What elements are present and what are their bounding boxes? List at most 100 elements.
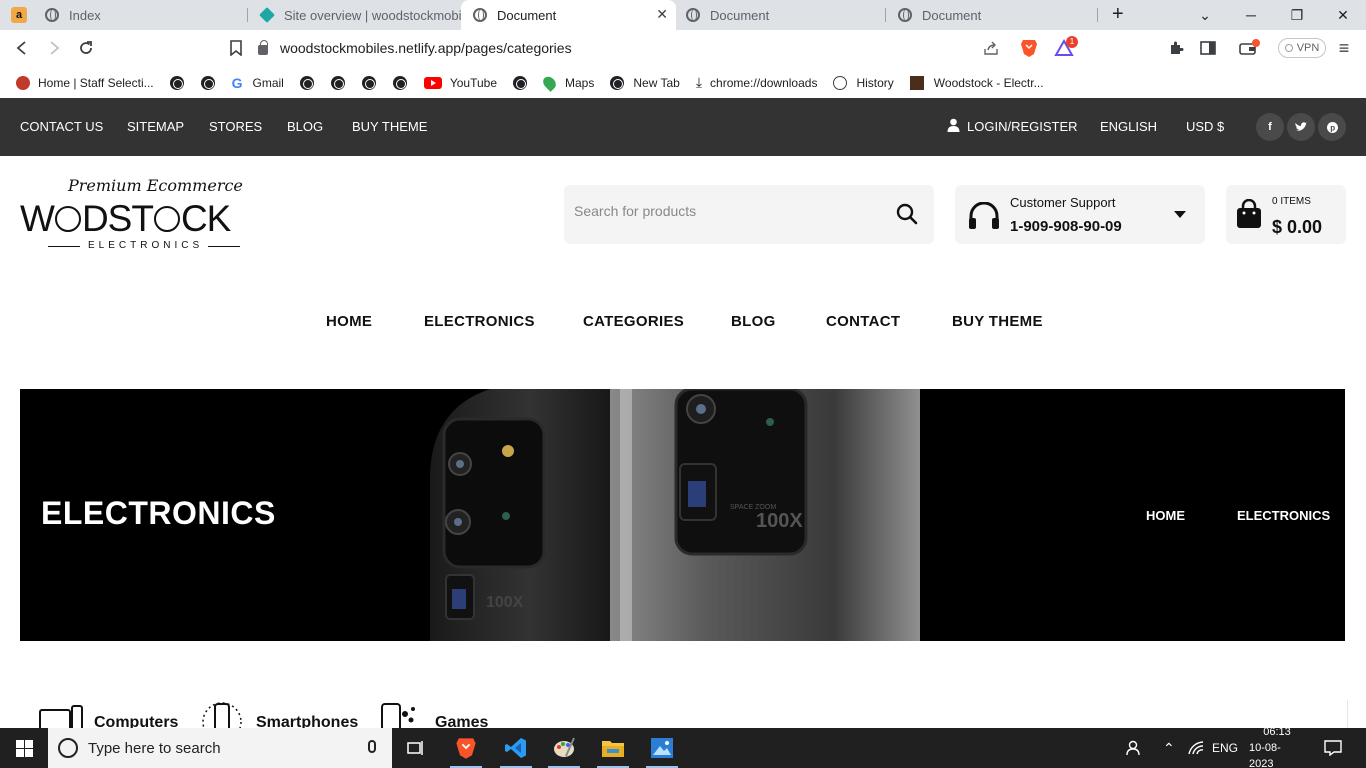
search-input[interactable]: [574, 203, 874, 219]
brave-shield-icon[interactable]: [1019, 38, 1039, 58]
topbar-link-sitemap[interactable]: SITEMAP: [127, 119, 184, 134]
facebook-icon[interactable]: f: [1256, 113, 1284, 141]
bookmark-gmail[interactable]: G Gmail: [232, 75, 284, 91]
close-tab-icon[interactable]: ✕: [656, 6, 668, 23]
globe-icon: [299, 75, 314, 90]
microphone-icon[interactable]: [368, 740, 376, 753]
bookmark-history[interactable]: History: [833, 75, 894, 90]
share-icon[interactable]: [981, 38, 1001, 58]
topbar-link-buy-theme[interactable]: BUY THEME: [352, 119, 427, 134]
cart-box[interactable]: 0 ITEMS $ 0.00: [1226, 185, 1346, 244]
brave-taskbar-icon[interactable]: [442, 728, 490, 768]
site-logo[interactable]: Premium Ecommerce W DST CK ELECTRONICS: [20, 174, 270, 254]
category-smartphones[interactable]: Smartphones: [200, 700, 358, 728]
taskbar-search-box[interactable]: Type here to search: [48, 728, 392, 768]
bookmark-maps[interactable]: Maps: [540, 73, 594, 92]
wifi-icon[interactable]: [1188, 728, 1204, 768]
bookmark-globe-6[interactable]: [392, 75, 416, 90]
minimize-icon[interactable]: ─: [1228, 0, 1274, 30]
bookmark-globe-3[interactable]: [299, 75, 323, 90]
twitter-icon[interactable]: [1287, 113, 1315, 141]
globe-icon: [898, 8, 912, 22]
bookmark-globe-4[interactable]: [330, 75, 354, 90]
tab-index[interactable]: Index: [33, 0, 248, 30]
menu-icon[interactable]: ≡: [1334, 38, 1354, 58]
address-bar[interactable]: woodstockmobiles.netlify.app/pages/categ…: [258, 36, 572, 60]
currency-selector[interactable]: USD $: [1186, 119, 1224, 134]
topbar-link-stores[interactable]: STORES: [209, 119, 262, 134]
logo-subtitle: ELECTRONICS: [88, 240, 204, 251]
pinterest-icon[interactable]: p: [1318, 113, 1346, 141]
nav-categories[interactable]: CATEGORIES: [583, 313, 684, 330]
bookmark-globe-2[interactable]: [200, 75, 224, 90]
search-icon[interactable]: [896, 203, 918, 225]
chevron-down-icon[interactable]: [1174, 211, 1186, 218]
vscode-taskbar-icon[interactable]: [492, 728, 540, 768]
globe-icon: [200, 75, 215, 90]
show-hidden-icons-chevron[interactable]: ⌃: [1163, 728, 1175, 768]
close-window-icon[interactable]: ✕: [1320, 0, 1366, 30]
bookmark-woodstock[interactable]: Woodstock - Electr...: [909, 75, 1044, 90]
nav-contact[interactable]: CONTACT: [826, 313, 900, 330]
paint-taskbar-icon[interactable]: [540, 728, 588, 768]
language-selector[interactable]: ENGLISH: [1100, 119, 1157, 134]
wallet-icon[interactable]: [1238, 38, 1260, 58]
vpn-button[interactable]: VPN: [1278, 38, 1326, 58]
breadcrumb-home[interactable]: HOME: [1146, 508, 1185, 523]
topbar-link-contact-us[interactable]: CONTACT US: [20, 119, 103, 134]
globe-icon: [169, 75, 184, 90]
sidebar-icon[interactable]: [1198, 38, 1218, 58]
customer-support-box[interactable]: Customer Support 1-909-908-90-09: [955, 185, 1205, 244]
netlify-icon: [259, 7, 275, 23]
bookmark-staff-selection[interactable]: Home | Staff Selecti...: [16, 75, 154, 90]
tab-search-chevron-icon[interactable]: ⌄: [1182, 0, 1228, 30]
globe-icon: [45, 8, 59, 22]
rewards-badge: 1: [1066, 36, 1078, 48]
photos-taskbar-icon[interactable]: [638, 728, 686, 768]
topbar-link-blog[interactable]: BLOG: [287, 119, 323, 134]
category-computers[interactable]: Computers: [38, 700, 178, 728]
nav-electronics[interactable]: ELECTRONICS: [424, 313, 535, 330]
svg-text:p: p: [1330, 123, 1335, 132]
nav-home[interactable]: HOME: [326, 313, 372, 330]
clock-date: 10-08-2023: [1249, 742, 1281, 768]
bookmark-youtube[interactable]: YouTube: [423, 76, 497, 90]
globe-icon: [513, 75, 528, 90]
breadcrumb-electronics: ELECTRONICS: [1237, 508, 1331, 523]
back-icon[interactable]: [12, 38, 32, 58]
nav-buy-theme[interactable]: BUY THEME: [952, 313, 1043, 330]
taskbar-clock[interactable]: 06:13 10-08-2023: [1249, 726, 1305, 768]
tab-document-3[interactable]: Document: [886, 0, 1098, 30]
reload-icon[interactable]: [76, 38, 96, 58]
forward-icon[interactable]: [44, 38, 64, 58]
restore-icon[interactable]: ❐: [1274, 0, 1320, 30]
bookmark-icon[interactable]: [226, 38, 246, 58]
nav-blog[interactable]: BLOG: [731, 313, 776, 330]
new-tab-button[interactable]: +: [1112, 3, 1124, 26]
people-icon[interactable]: [1126, 728, 1144, 768]
search-icon: [58, 738, 78, 758]
windows-start-icon[interactable]: [0, 728, 48, 768]
task-view-icon[interactable]: [392, 728, 440, 768]
tab-site-overview[interactable]: Site overview | woodstockmobiles: [248, 0, 461, 30]
login-register-link[interactable]: LOGIN/REGISTER: [967, 119, 1078, 134]
amazon-icon[interactable]: a: [11, 7, 27, 23]
woodstock-icon: [909, 75, 924, 90]
brave-rewards-icon[interactable]: 1: [1054, 36, 1078, 58]
bookmark-globe-5[interactable]: [361, 75, 385, 90]
bookmark-globe-1[interactable]: [169, 75, 193, 90]
file-explorer-taskbar-icon[interactable]: [589, 728, 637, 768]
bookmark-downloads[interactable]: ⤓ chrome://downloads: [696, 74, 818, 91]
extensions-icon[interactable]: [1166, 38, 1186, 58]
bookmark-new-tab[interactable]: New Tab: [610, 75, 680, 90]
category-games[interactable]: Games: [379, 700, 488, 728]
smartphone-camera-image: 100X 100X SPACE ZOOM: [430, 389, 930, 641]
bookmark-globe-7[interactable]: [513, 75, 536, 90]
svg-text:100X: 100X: [756, 510, 803, 532]
notification-center-icon[interactable]: [1324, 728, 1342, 768]
input-language[interactable]: ENG: [1212, 728, 1238, 768]
tab-document-2[interactable]: Document: [674, 0, 886, 30]
logo-tagline: Premium Ecommerce: [68, 176, 243, 195]
tab-document-active[interactable]: Document ✕: [461, 0, 676, 30]
clock-time: 06:13: [1263, 726, 1291, 738]
